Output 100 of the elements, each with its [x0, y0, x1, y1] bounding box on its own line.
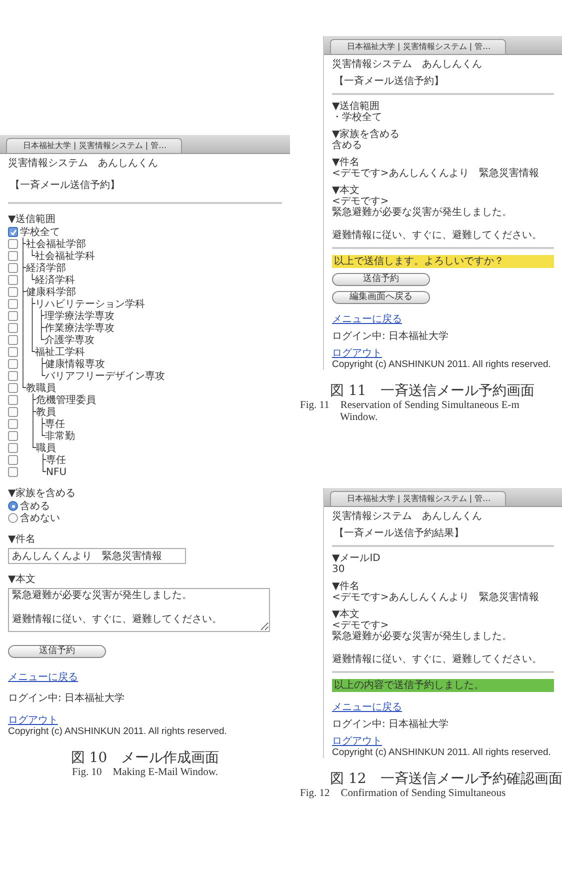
section-heading: ▼件名: [8, 534, 37, 546]
browser-tab[interactable]: 日本福祉大学 | 災害情報システム | 管…: [330, 491, 506, 506]
logout-link[interactable]: ログアウト: [332, 736, 382, 747]
field-value: <デモです>あんしんくんより 緊急災害情報: [332, 168, 540, 179]
checkbox[interactable]: [8, 395, 18, 405]
tree-item-label: ├社会福祉学部: [20, 238, 86, 250]
figure-caption: 図 12 一斉送信メール予約確認画面: [329, 770, 562, 788]
checkbox[interactable]: [8, 407, 18, 417]
section-heading: ▼家族を含める: [332, 129, 401, 140]
section-heading: ▼送信範囲: [8, 214, 57, 226]
field-value: <デモです>: [332, 620, 389, 631]
section-heading: ▼メールID: [332, 553, 382, 564]
checkbox[interactable]: [8, 383, 18, 393]
radio-label: 含めない: [20, 512, 60, 524]
section-heading: ▼家族を含める: [8, 488, 77, 500]
submit-button[interactable]: 編集画面へ戻る: [332, 291, 430, 304]
figure-caption-english: Fig. 10 Making E-Mail Window.: [71, 767, 219, 779]
tree-item-label: ├教員: [29, 406, 56, 418]
field-value: 避難情報に従い、すぐに、避難してください。: [332, 230, 543, 241]
login-status: ログイン中: 日本福祉大学: [332, 719, 450, 730]
tree-item-label: 学校全て: [20, 226, 60, 238]
site-title: 災害情報システム あんしんくん: [332, 59, 483, 70]
site-title: 災害情報システム あんしんくん: [332, 511, 483, 522]
tree-item-label: └教職員: [20, 382, 56, 394]
section-heading: ▼件名: [332, 581, 361, 592]
tree-item-label: ├経済学部: [20, 262, 66, 274]
checkbox[interactable]: [8, 371, 18, 381]
checkbox[interactable]: [8, 359, 18, 369]
figure-caption-english: Fig. 12 Confirmation of Sending Simultaneous: [300, 788, 507, 800]
tree-item-label: │ └非常勤: [29, 430, 76, 442]
checkbox[interactable]: [8, 287, 18, 297]
copyright-text: Copyright (c) ANSHINKUN 2011. All rights reserved.: [332, 747, 552, 758]
section-heading: ▼本文: [332, 185, 361, 196]
tree-item-label: │ └バリアフリーデザイン専攻: [20, 370, 166, 382]
figure-caption: 図 10 メール作成画面: [70, 749, 220, 767]
checkbox[interactable]: [8, 263, 18, 273]
tree-item-label: │ │ ├作業療法学専攻: [20, 322, 114, 334]
notice-banner: 以上の内容で送信予約しました。: [332, 679, 554, 692]
checkbox[interactable]: [8, 323, 18, 333]
menu-link[interactable]: メニューに戻る: [332, 702, 402, 713]
tree-item-label: └職員: [29, 442, 56, 454]
copyright-text: Copyright (c) ANSHINKUN 2011. All rights reserved.: [332, 359, 552, 370]
checkbox[interactable]: [8, 455, 18, 465]
menu-link[interactable]: メニューに戻る: [332, 314, 402, 325]
login-status: ログイン中: 日本福祉大学: [332, 331, 450, 342]
logout-link[interactable]: ログアウト: [332, 348, 382, 359]
submit-button[interactable]: 送信予約: [332, 273, 430, 286]
tree-item-label: │ ├専任: [29, 418, 66, 430]
checkbox[interactable]: [8, 275, 18, 285]
radio-button[interactable]: [8, 513, 18, 523]
field-value: 避難情報に従い、すぐに、避難してください。: [332, 654, 543, 665]
checkbox[interactable]: [8, 467, 18, 477]
tree-item-label: │ └社会福祉学科: [20, 250, 96, 262]
field-value: 30: [332, 564, 346, 575]
tree-item-label: ├健康科学部: [20, 286, 76, 298]
checkbox[interactable]: [8, 347, 18, 357]
checkbox[interactable]: [8, 251, 18, 261]
tree-item-label: └NFU: [39, 466, 67, 478]
checkbox[interactable]: [8, 443, 18, 453]
checkbox[interactable]: [8, 239, 18, 249]
tree-item-label: │ │ └介護学専攻: [20, 334, 94, 346]
logout-link[interactable]: ログアウト: [8, 715, 58, 726]
submit-button[interactable]: 送信予約: [8, 645, 106, 658]
subject-field[interactable]: あんしんくんより 緊急災害情報: [8, 548, 186, 564]
section-heading: ▼本文: [332, 609, 361, 620]
page-heading: 【一斉メール送信予約】: [334, 76, 445, 87]
checkbox[interactable]: [8, 227, 18, 237]
section-heading: ▼件名: [332, 157, 361, 168]
field-value: <デモです>: [332, 196, 389, 207]
copyright-text: Copyright (c) ANSHINKUN 2011. All rights reserved.: [8, 726, 228, 737]
checkbox[interactable]: [8, 419, 18, 429]
tree-item-label: ├専任: [39, 454, 66, 466]
field-value: 緊急避難が必要な災害が発生しました。: [332, 631, 513, 642]
figure-caption: 図 11 一斉送信メール予約画面: [329, 382, 536, 400]
notice-banner: 以上で送信します。よろしいですか？: [332, 255, 554, 268]
section-heading: ▼本文: [8, 574, 37, 586]
figure-caption-english: Fig. 11 Reservation of Sending Simultaneous E-m: [300, 400, 520, 412]
checkbox[interactable]: [8, 335, 18, 345]
menu-link[interactable]: メニューに戻る: [8, 672, 78, 683]
login-status: ログイン中: 日本福祉大学: [8, 693, 126, 705]
field-value: ・学校全て: [332, 112, 383, 123]
figure-caption-english: Window.: [339, 412, 379, 424]
field-value: 含める: [332, 140, 363, 151]
field-value: 緊急避難が必要な災害が発生しました。: [332, 207, 513, 218]
checkbox[interactable]: [8, 299, 18, 309]
browser-tab[interactable]: 日本福祉大学 | 災害情報システム | 管…: [6, 138, 182, 153]
radio-button[interactable]: [8, 501, 18, 511]
page-heading: 【一斉メール送信予約】: [10, 180, 121, 192]
site-title: 災害情報システム あんしんくん: [8, 158, 159, 170]
field-value: <デモです>あんしんくんより 緊急災害情報: [332, 592, 540, 603]
tree-item-label: │ ├リハビリテーション学科: [20, 298, 146, 310]
body-field[interactable]: 緊急避難が必要な災害が発生しました。 避難情報に従い、すぐに、避難してください。: [8, 588, 270, 632]
section-heading: ▼送信範囲: [332, 101, 381, 112]
browser-tab[interactable]: 日本福祉大学 | 災害情報システム | 管…: [330, 39, 506, 54]
page-heading: 【一斉メール送信予約結果】: [334, 528, 465, 539]
radio-label: 含める: [20, 500, 50, 512]
checkbox[interactable]: [8, 431, 18, 441]
checkbox[interactable]: [8, 311, 18, 321]
tree-item-label: │ └経済学科: [20, 274, 76, 286]
tree-item-label: │ │ ├理学療法学専攻: [20, 310, 114, 322]
